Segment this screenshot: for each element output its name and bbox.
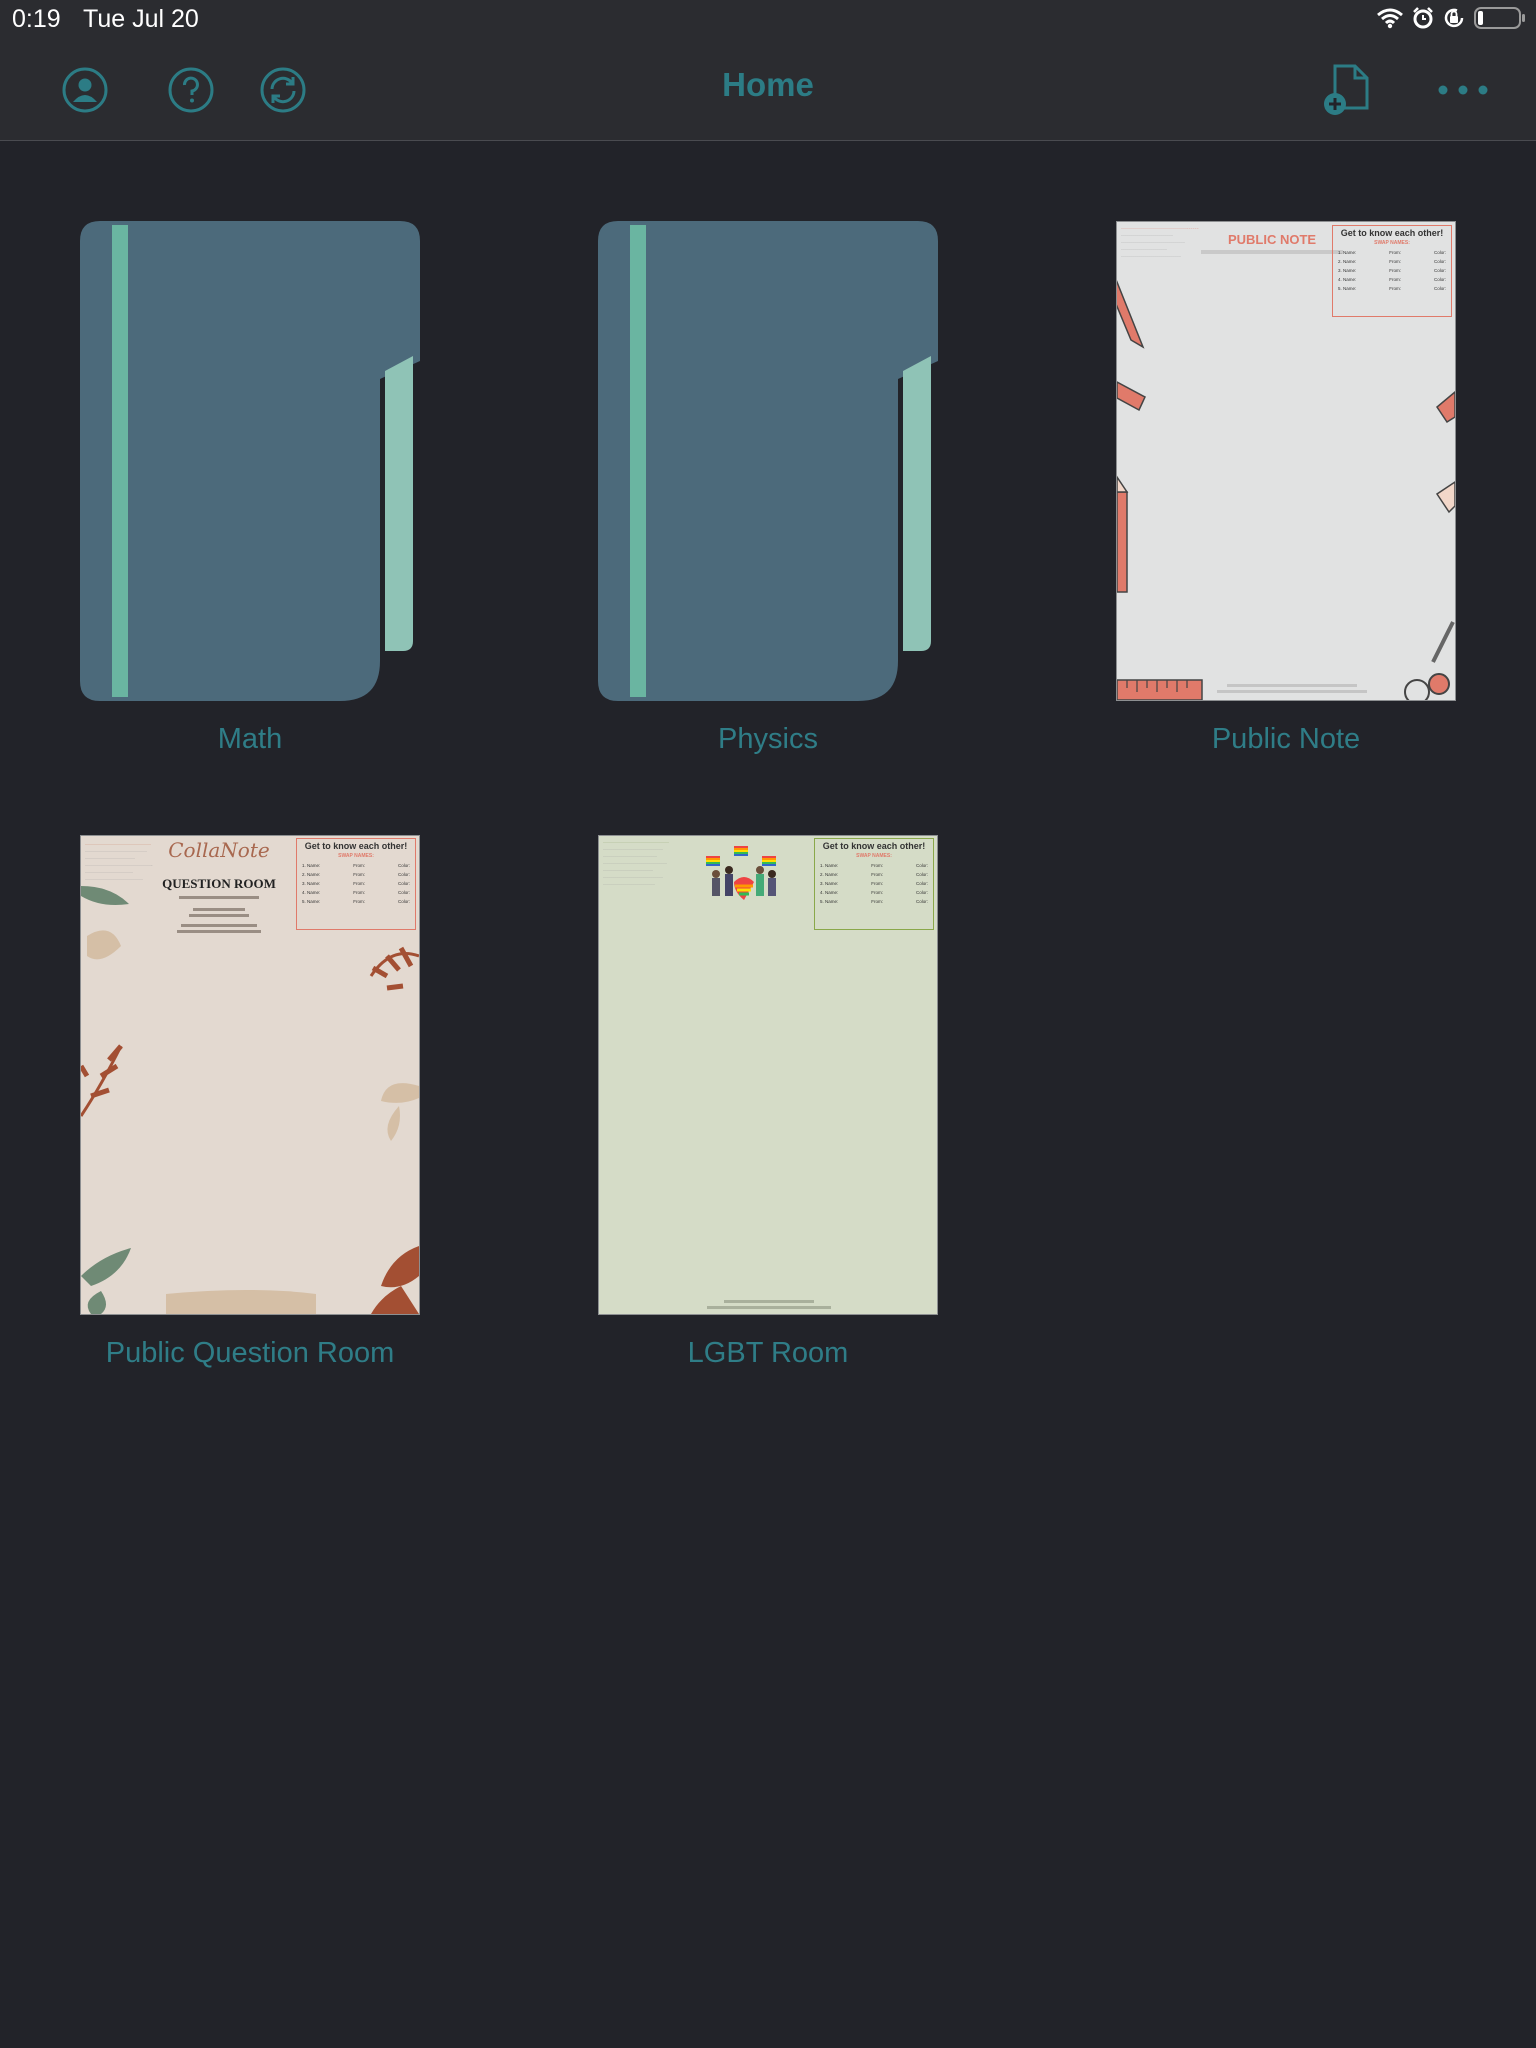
- note-preview-page: ································· ······…: [598, 835, 938, 1315]
- footer-text: [1227, 684, 1357, 687]
- status-date: Tue Jul 20: [83, 5, 199, 33]
- note-thumbnail: ······································· …: [1116, 221, 1456, 701]
- card-title: Get to know each other!: [822, 841, 926, 851]
- note-public-question-room[interactable]: ································· ······…: [80, 835, 420, 1369]
- status-bar: 0:19 Tue Jul 20: [0, 0, 1536, 40]
- new-document-button[interactable]: [1320, 62, 1374, 118]
- card-rows: 1. Name: From: Color: 2. Name: From: Color: …: [1338, 250, 1446, 291]
- status-time: 0:19: [12, 5, 61, 33]
- page-title: Home: [722, 66, 814, 103]
- note-preview-subtitle: [177, 930, 261, 933]
- note-preview-page: ······································· …: [1116, 221, 1456, 701]
- alarm-icon: [1413, 7, 1433, 29]
- note-thumbnail: ································· ······…: [598, 835, 938, 1315]
- more-button[interactable]: [1436, 75, 1490, 105]
- item-label: Math: [217, 723, 283, 755]
- note-preview-subtitle: [179, 896, 259, 899]
- swap-names-card: Get to know each other! SWAP NAMES: 1. N…: [1332, 225, 1452, 317]
- note-intro-text: ································· ······…: [603, 840, 669, 888]
- pride-illustration: [706, 846, 776, 900]
- folder-thumbnail: [80, 221, 420, 701]
- rotation-lock-icon: [1444, 8, 1464, 28]
- folder-math[interactable]: Math: [80, 221, 420, 755]
- note-lgbt-room[interactable]: ································· ······…: [598, 835, 938, 1369]
- note-thumbnail: ································· ······…: [80, 835, 420, 1315]
- swap-names-card: Get to know each other! SWAP NAMES: 1. N…: [814, 838, 934, 930]
- note-preview-subtitle: [193, 908, 245, 911]
- footer-text: [707, 1306, 831, 1309]
- note-script-title: CollaNote: [168, 838, 270, 862]
- more-icon: [1438, 85, 1488, 95]
- item-label: Public Question Room: [105, 1337, 395, 1369]
- battery-icon: [1474, 7, 1525, 29]
- note-preview-title: QUESTION ROOM: [162, 876, 276, 891]
- item-label: Public Note: [1211, 723, 1361, 755]
- note-intro-text: ······································· …: [1121, 226, 1199, 260]
- note-preview-title: PUBLIC NOTE: [1227, 232, 1317, 247]
- note-preview-subtitle: [181, 924, 257, 927]
- nav-bar: Home: [0, 40, 1536, 141]
- item-label: LGBT Room: [687, 1337, 849, 1369]
- note-preview-subtitle: [1201, 250, 1343, 254]
- wifi-icon: [1377, 8, 1403, 29]
- footer-text: [1217, 690, 1367, 693]
- item-label: Physics: [718, 723, 818, 755]
- swap-names-card: Get to know each other! SWAP NAMES: 1. N…: [296, 838, 416, 930]
- note-public-note[interactable]: ······································· …: [1116, 221, 1456, 755]
- folder-icon: [598, 221, 938, 701]
- folder-physics[interactable]: Physics: [598, 221, 938, 755]
- folder-thumbnail: [598, 221, 938, 701]
- card-rows: 1. Name: From: Color: 2. Name: From: Color: …: [820, 863, 928, 904]
- card-title: Get to know each other!: [1340, 228, 1444, 238]
- note-preview-page: ································· ······…: [80, 835, 420, 1315]
- footer-text: [724, 1300, 814, 1303]
- note-preview-subtitle: [189, 914, 249, 917]
- folder-icon: [80, 221, 420, 701]
- card-title: Get to know each other!: [304, 841, 408, 851]
- status-icons: [1376, 6, 1526, 30]
- card-rows: 1. Name: From: Color: 2. Name: From: Color: …: [302, 863, 410, 904]
- new-document-icon: [1324, 64, 1369, 115]
